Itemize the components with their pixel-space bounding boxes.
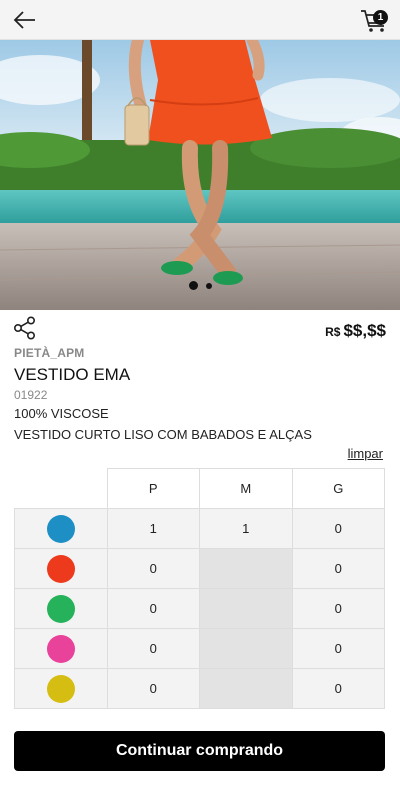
quantity-cell — [199, 588, 293, 629]
quantity-cell — [199, 628, 293, 669]
color-row: 00 — [14, 548, 385, 589]
product-price: R$ $$,$$ — [325, 321, 386, 341]
product-code: 01922 — [14, 388, 48, 402]
price-value: $$,$$ — [343, 321, 386, 340]
grid-corner — [14, 468, 108, 509]
quantity-cell[interactable]: 0 — [106, 588, 200, 629]
color-swatch — [46, 594, 75, 623]
size-header-g: G — [291, 468, 385, 509]
share-button[interactable] — [13, 316, 37, 340]
carousel-dot-2[interactable] — [205, 282, 212, 289]
clear-selection-link[interactable]: limpar — [348, 446, 383, 461]
continue-shopping-button[interactable]: Continuar comprando — [14, 731, 385, 771]
size-header-row: P M G — [14, 468, 385, 509]
product-brand: PIETÀ_APM — [14, 346, 85, 360]
product-name: VESTIDO EMA — [14, 365, 131, 384]
product-description: VESTIDO CURTO LISO COM BABADOS E ALÇAS — [14, 427, 312, 442]
color-swatch — [46, 554, 75, 583]
quantity-cell — [199, 548, 293, 589]
color-swatch — [46, 514, 75, 543]
color-row: 00 — [14, 588, 385, 629]
color-swatch — [46, 674, 75, 703]
quantity-cell[interactable]: 1 — [199, 508, 293, 549]
quantity-cell[interactable]: 0 — [291, 508, 385, 549]
product-material: 100% VISCOSE — [14, 406, 109, 421]
quantity-cell — [199, 668, 293, 709]
color-swatch-cell[interactable] — [14, 668, 108, 709]
product-image-carousel[interactable] — [0, 40, 400, 310]
size-color-grid: P M G 11000000000 — [14, 468, 385, 709]
top-bar: 1 — [0, 0, 400, 40]
color-swatch-cell[interactable] — [14, 588, 108, 629]
price-currency: R$ — [325, 325, 341, 339]
color-row: 00 — [14, 628, 385, 669]
quantity-cell[interactable]: 0 — [291, 548, 385, 589]
product-photo — [0, 40, 400, 310]
cart-count-badge: 1 — [373, 10, 388, 25]
quantity-cell[interactable]: 0 — [291, 668, 385, 709]
cart-button[interactable]: 1 — [360, 6, 390, 34]
quantity-cell[interactable]: 1 — [106, 508, 200, 549]
share-icon — [13, 316, 36, 340]
quantity-cell[interactable]: 0 — [291, 588, 385, 629]
color-row: 00 — [14, 668, 385, 709]
quantity-cell[interactable]: 0 — [106, 668, 200, 709]
quantity-cell[interactable]: 0 — [106, 628, 200, 669]
carousel-indicators — [0, 281, 400, 290]
color-swatch-cell[interactable] — [14, 548, 108, 589]
arrow-left-icon — [13, 11, 35, 29]
carousel-dot-1[interactable] — [188, 281, 198, 290]
color-swatch — [46, 634, 75, 663]
size-header-p: P — [106, 468, 200, 509]
color-swatch-cell[interactable] — [14, 508, 108, 549]
size-header-m: M — [199, 468, 293, 509]
color-row: 110 — [14, 508, 385, 549]
quantity-cell[interactable]: 0 — [291, 628, 385, 669]
back-button[interactable] — [12, 8, 38, 32]
color-swatch-cell[interactable] — [14, 628, 108, 669]
quantity-cell[interactable]: 0 — [106, 548, 200, 589]
